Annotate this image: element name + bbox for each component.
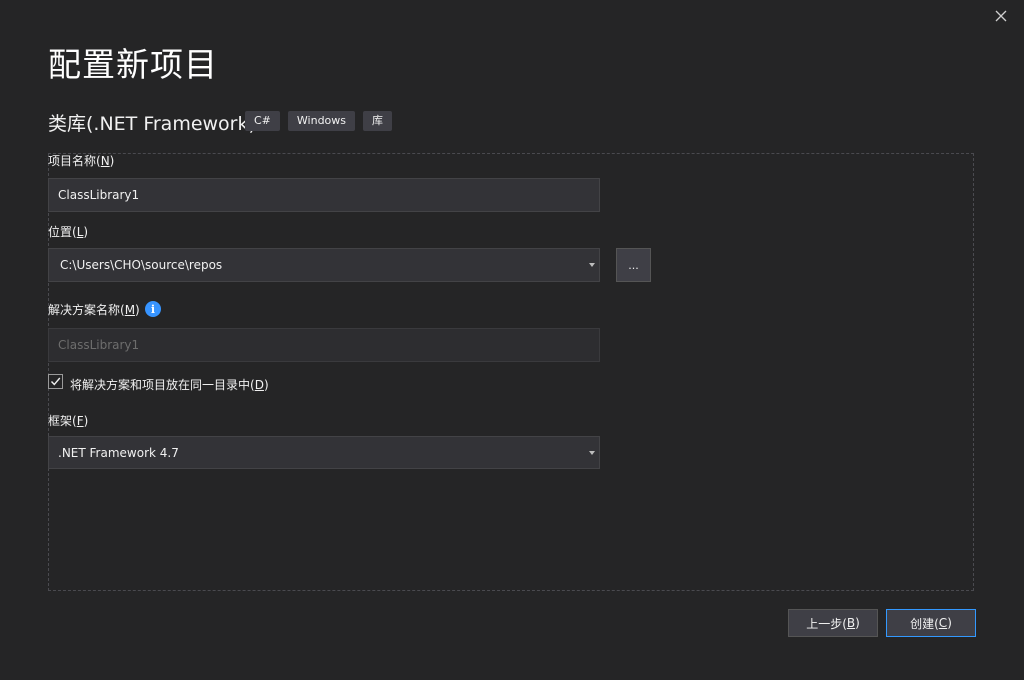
- page-title: 配置新项目: [48, 45, 218, 84]
- create-button[interactable]: 创建(C): [886, 609, 976, 637]
- chevron-down-icon: [589, 263, 595, 267]
- location-dropdown[interactable]: C:\Users\CHO\source\repos: [48, 248, 600, 282]
- project-name-label: 项目名称(N): [48, 154, 115, 168]
- checkmark-icon: [50, 377, 61, 386]
- framework-dropdown[interactable]: .NET Framework 4.7: [48, 436, 600, 469]
- close-icon: [995, 10, 1007, 22]
- solution-name-value: ClassLibrary1: [58, 338, 140, 352]
- project-name-input[interactable]: ClassLibrary1: [48, 178, 600, 212]
- framework-label: 框架(F): [48, 414, 89, 428]
- browse-label: ...: [628, 258, 639, 272]
- tag-type: 库: [363, 111, 393, 131]
- framework-value: .NET Framework 4.7: [58, 445, 179, 460]
- location-label: 位置(L): [48, 225, 89, 239]
- template-name: 类库(.NET Framework): [48, 113, 256, 135]
- location-value: C:\Users\CHO\source\repos: [60, 258, 223, 272]
- project-name-value: ClassLibrary1: [58, 188, 140, 202]
- browse-button[interactable]: ...: [616, 248, 651, 282]
- form-area: [48, 153, 974, 591]
- template-tags: C# Windows 库: [245, 111, 393, 131]
- info-icon[interactable]: i: [145, 301, 161, 317]
- same-directory-checkbox[interactable]: [48, 374, 63, 389]
- tag-language: C#: [245, 111, 280, 131]
- solution-name-input[interactable]: ClassLibrary1: [48, 328, 600, 362]
- solution-name-label: 解决方案名称(M): [48, 303, 140, 317]
- back-button[interactable]: 上一步(B): [788, 609, 878, 637]
- tag-platform: Windows: [287, 111, 356, 131]
- close-button[interactable]: [988, 4, 1014, 28]
- chevron-down-icon: [589, 450, 595, 455]
- same-directory-label[interactable]: 将解决方案和项目放在同一目录中(D): [70, 376, 269, 393]
